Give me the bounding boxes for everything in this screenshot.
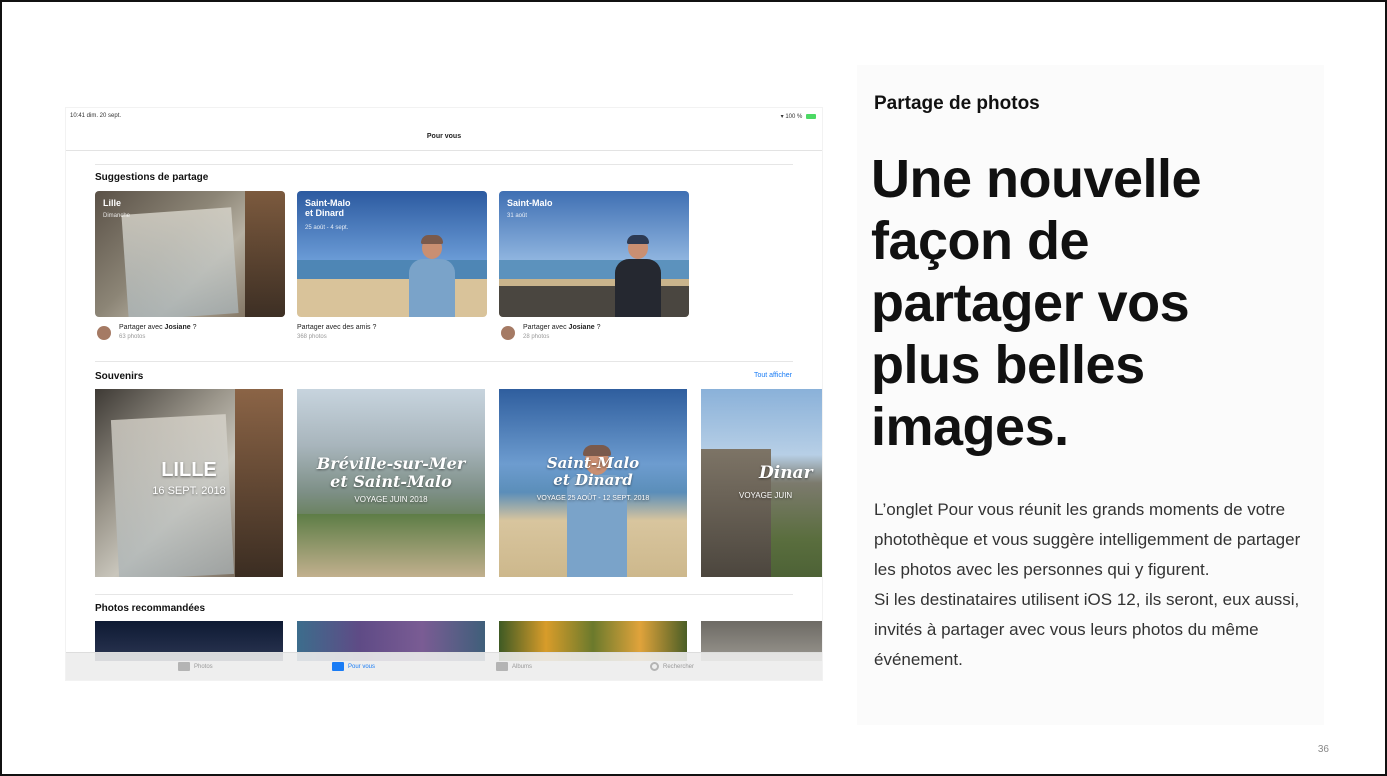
photo-sand xyxy=(297,279,487,317)
share-contact-name: Josiane xyxy=(568,324,595,331)
body-paragraph: Si les destinataires utilisent iOS 12, i… xyxy=(874,590,1300,669)
battery-percent: 100 % xyxy=(785,114,803,120)
souvenirs-title: Souvenirs xyxy=(95,371,144,382)
text-panel: Partage de photos Une nouvelle façon de … xyxy=(857,65,1324,725)
photo-building xyxy=(245,191,285,317)
recommended-title: Photos recommandées xyxy=(95,603,206,614)
status-time: 10:41 dim. 20 sept. xyxy=(70,113,122,119)
memory-card-dinard[interactable]: Dinar VOYAGE JUIN xyxy=(701,389,822,577)
wifi-icon: ▾ xyxy=(780,114,784,120)
photo-count: 28 photos xyxy=(523,334,550,340)
share-prompt: Partager avec xyxy=(119,324,163,331)
share-prompt: Partager avec xyxy=(523,324,567,331)
card-subtitle: 25 août - 4 sept. xyxy=(305,225,349,231)
share-prompt: Partager avec des amis ? xyxy=(297,324,377,331)
card-title: Lille xyxy=(103,198,122,208)
tab-label: Rechercher xyxy=(663,664,695,671)
nav-title: Pour vous xyxy=(426,133,462,140)
card-subtitle: 31 août xyxy=(507,213,528,219)
avatar xyxy=(97,326,111,340)
section-divider xyxy=(95,164,793,165)
battery-icon xyxy=(806,113,816,119)
suggestions-title: Suggestions de partage xyxy=(95,172,209,183)
memory-title: Saint-Malo et Dinard xyxy=(546,454,640,489)
section-divider xyxy=(95,594,793,595)
share-row-1[interactable]: Partager avec Josiane ? 63 photos xyxy=(119,324,196,340)
for-you-icon xyxy=(332,662,344,671)
tab-label: Photos xyxy=(194,664,213,671)
body-text: L’onglet Pour vous réunit les grands mom… xyxy=(874,495,1319,675)
tab-label: Albums xyxy=(512,664,533,671)
photos-icon xyxy=(178,662,190,671)
memory-title: Bréville-sur-Mer et Saint-Malo xyxy=(316,454,466,491)
memory-card-lille[interactable]: LILLE 16 SEPT. 2018 xyxy=(95,389,283,577)
tab-for-you[interactable]: Pour vous xyxy=(332,662,375,671)
page-number: 36 xyxy=(1317,744,1329,755)
body-paragraph: L’onglet Pour vous réunit les grands mom… xyxy=(874,500,1301,579)
avatar xyxy=(501,326,515,340)
share-prompt-end: ? xyxy=(190,324,197,331)
photo-building xyxy=(235,389,283,577)
card-subtitle: Dimanche xyxy=(103,213,131,219)
card-title: Saint-Malo et Dinard xyxy=(305,198,351,218)
slide: 10:41 dim. 20 sept. ▾ 100 % Pour vous Su… xyxy=(0,0,1387,776)
card-title: Saint-Malo xyxy=(507,198,553,208)
memory-subtitle: 16 SEPT. 2018 xyxy=(152,485,226,497)
share-contact-name: Josiane xyxy=(164,324,191,331)
memory-card-saint-malo[interactable]: Saint-Malo et Dinard VOYAGE 25 AOÛT - 12… xyxy=(499,389,687,577)
photo-person xyxy=(409,235,455,317)
photo-count: 368 photos xyxy=(297,334,327,340)
photo-artwork xyxy=(121,207,239,317)
photo-count: 63 photos xyxy=(119,334,146,340)
memory-subtitle: VOYAGE JUIN xyxy=(739,491,793,500)
share-row-3[interactable]: Partager avec Josiane ? 28 photos xyxy=(523,324,600,340)
tab-bar: Photos Pour vous Albums Rechercher xyxy=(66,652,822,680)
suggestion-card-lille[interactable]: Lille Dimanche xyxy=(95,191,285,317)
albums-icon xyxy=(496,662,508,671)
memory-subtitle: VOYAGE 25 AOÛT - 12 SEPT. 2018 xyxy=(536,495,650,502)
tab-photos[interactable]: Photos xyxy=(178,662,213,671)
tab-search[interactable]: Rechercher xyxy=(650,662,694,671)
tab-label: Pour vous xyxy=(348,664,376,671)
section-divider xyxy=(95,361,793,362)
memory-card-breville[interactable]: Bréville-sur-Mer et Saint-Malo VOYAGE JU… xyxy=(297,389,485,577)
share-row-2[interactable]: Partager avec des amis ? 368 photos xyxy=(297,324,376,340)
status-battery: ▾ 100 % xyxy=(781,113,816,120)
see-all-link[interactable]: Tout afficher xyxy=(754,372,792,379)
ipad-screenshot: 10:41 dim. 20 sept. ▾ 100 % Pour vous Su… xyxy=(66,108,822,680)
headline: Une nouvelle façon de partager vos plus … xyxy=(871,149,1202,457)
memory-title: Dinar xyxy=(759,463,813,483)
suggestion-card-saint-malo[interactable]: Saint-Malo 31 août xyxy=(499,191,689,317)
memory-title: LILLE xyxy=(161,459,217,481)
status-bar: 10:41 dim. 20 sept. ▾ 100 % xyxy=(66,108,822,124)
photo-sea xyxy=(297,260,487,280)
memory-subtitle: VOYAGE JUIN 2018 xyxy=(354,495,428,504)
photo-garden xyxy=(297,514,485,577)
section-kicker: Partage de photos xyxy=(874,93,1040,114)
share-prompt-end: ? xyxy=(594,324,601,331)
nav-divider xyxy=(66,150,822,151)
search-icon xyxy=(650,662,659,671)
tab-albums[interactable]: Albums xyxy=(496,662,532,671)
suggestion-card-saint-malo-dinard[interactable]: Saint-Malo et Dinard 25 août - 4 sept. xyxy=(297,191,487,317)
photo-person xyxy=(615,235,661,317)
